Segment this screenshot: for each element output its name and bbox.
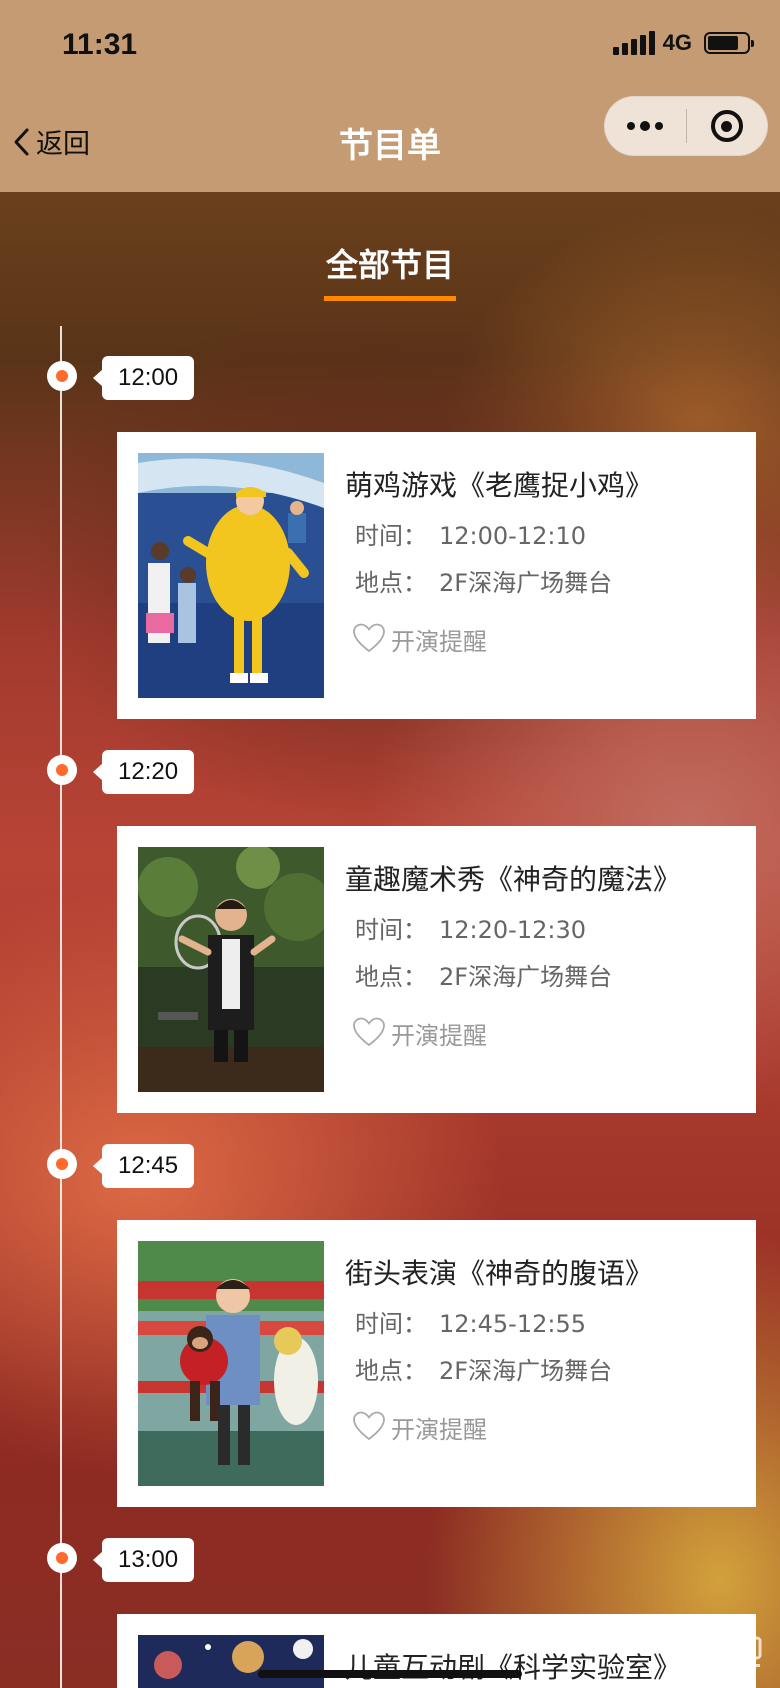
timeline-dot	[47, 1149, 77, 1179]
signal-icon	[612, 31, 655, 55]
network-type: 4G	[662, 30, 692, 55]
site-watermark-logo	[706, 1630, 766, 1670]
header: 11:31 4G 返回 节目单	[0, 0, 780, 192]
program-card[interactable]: 街头表演《神奇的腹语》 时间： 12:45-12:55 地点： 2F深海广场舞台 开…	[117, 1220, 756, 1507]
heart-icon	[353, 623, 385, 657]
timeline-dot	[47, 755, 77, 785]
program-thumbnail	[138, 847, 324, 1092]
timeline-line	[60, 326, 62, 1688]
tab-all-programs[interactable]: 全部节目	[0, 240, 780, 301]
program-thumbnail	[138, 453, 324, 698]
program-location-row: 地点： 2F深海广场舞台	[355, 957, 612, 992]
target-icon	[710, 110, 743, 142]
time-key: 时间：	[355, 916, 427, 944]
program-title: 童趣魔术秀《神奇的魔法》	[345, 863, 682, 896]
status-icons: 4G	[612, 30, 754, 56]
program-title: 萌鸡游戏《老鹰捉小鸡》	[345, 469, 654, 502]
mini-program-capsule	[604, 96, 768, 156]
program-time-range: 12:45-12:55	[439, 1310, 586, 1338]
reminder-label: 开演提醒	[391, 628, 487, 656]
program-location-row: 地点： 2F深海广场舞台	[355, 563, 612, 598]
slot-time-label: 12:45	[92, 1144, 195, 1188]
program-location: 2F深海广场舞台	[439, 963, 613, 991]
time-key: 时间：	[355, 1310, 427, 1338]
reminder-button[interactable]: 开演提醒	[353, 622, 487, 657]
place-key: 地点：	[355, 963, 427, 991]
close-mini-program-button[interactable]	[687, 96, 768, 156]
program-time-row: 时间： 12:00-12:10	[355, 516, 586, 551]
slot-time-label: 13:00	[92, 1538, 195, 1582]
program-location: 2F深海广场舞台	[439, 569, 613, 597]
program-card[interactable]: 萌鸡游戏《老鹰捉小鸡》 时间： 12:00-12:10 地点： 2F深海广场舞台 开…	[117, 432, 756, 719]
program-thumbnail	[138, 1635, 324, 1688]
timeline-dot	[47, 1543, 77, 1573]
home-indicator[interactable]	[258, 1670, 522, 1678]
reminder-button[interactable]: 开演提醒	[353, 1410, 487, 1445]
heart-icon	[353, 1411, 385, 1445]
reminder-label: 开演提醒	[391, 1022, 487, 1050]
more-options-button[interactable]	[605, 96, 686, 156]
program-title: 街头表演《神奇的腹语》	[345, 1257, 654, 1290]
slot-time-label: 12:20	[92, 750, 195, 794]
place-key: 地点：	[355, 569, 427, 597]
reminder-label: 开演提醒	[391, 1416, 487, 1444]
program-time-row: 时间： 12:20-12:30	[355, 910, 586, 945]
slot-time-label: 12:00	[92, 356, 195, 400]
program-time-row: 时间： 12:45-12:55	[355, 1304, 586, 1339]
reminder-button[interactable]: 开演提醒	[353, 1016, 487, 1051]
tab-label: 全部节目	[323, 240, 456, 301]
program-card[interactable]: 童趣魔术秀《神奇的魔法》 时间： 12:20-12:30 地点： 2F深海广场舞台 …	[117, 826, 756, 1113]
program-time-range: 12:00-12:10	[439, 522, 586, 550]
status-time: 11:31	[62, 28, 138, 61]
program-location: 2F深海广场舞台	[439, 1357, 613, 1385]
battery-icon	[704, 32, 754, 54]
time-key: 时间：	[355, 522, 427, 550]
more-dots-icon	[627, 122, 636, 130]
program-location-row: 地点： 2F深海广场舞台	[355, 1351, 612, 1386]
program-time-range: 12:20-12:30	[439, 916, 586, 944]
timeline-dot	[47, 361, 77, 391]
program-thumbnail	[138, 1241, 324, 1486]
program-title: 儿童互动剧《科学实验室》	[345, 1651, 682, 1684]
place-key: 地点：	[355, 1357, 427, 1385]
heart-icon	[353, 1017, 385, 1051]
